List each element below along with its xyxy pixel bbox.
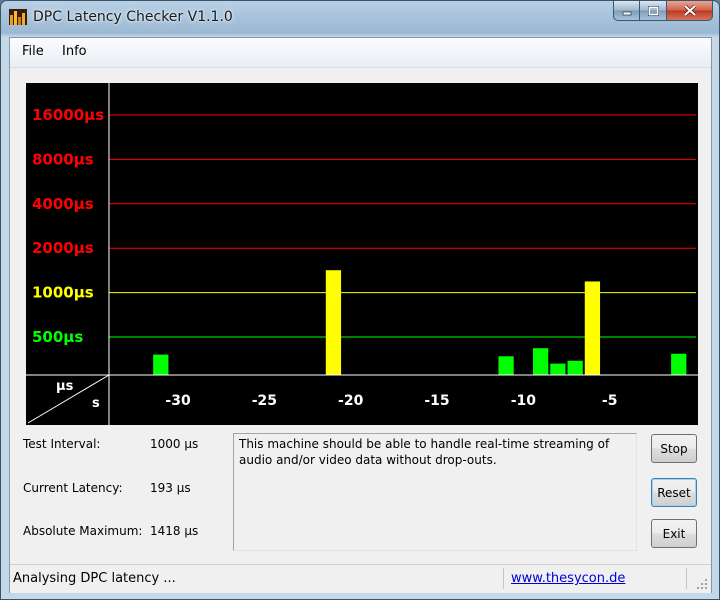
status-message-box: This machine should be able to handle re… [233,433,637,551]
latency-bar [325,270,342,375]
exit-button[interactable]: Exit [651,519,697,548]
status-separator [686,568,687,589]
minimize-button[interactable] [613,1,640,21]
title-bar[interactable]: DPC Latency Checker V1.1.0 [1,1,719,33]
latency-bar [532,348,549,375]
latency-bar [550,363,566,375]
y-tick-label: 16000µs [32,106,104,124]
y-tick-label: 2000µs [32,239,94,257]
x-tick-label: -30 [165,393,191,409]
x-tick-label: -10 [511,393,537,409]
minimize-icon [622,11,631,15]
maximize-button[interactable] [640,1,667,21]
menu-bar: File Info [10,38,711,68]
menu-info[interactable]: Info [62,44,87,59]
status-separator [503,568,504,589]
absolute-maximum-value: 1418 µs [150,524,199,538]
x-tick-label: -15 [424,393,449,409]
latency-chart-svg: 16000µs 8000µs 4000µs 2000µs 1000µs 500µs µs s -… [26,83,698,425]
y-tick-label: 4000µs [32,195,94,213]
y-tick-label: 500µs [32,328,83,346]
resize-grip-icon[interactable] [696,578,708,590]
caption-buttons [613,1,713,22]
maximize-icon [647,5,659,16]
app-icon [9,9,27,25]
current-latency-value: 193 µs [150,481,191,495]
window-title: DPC Latency Checker V1.1.0 [33,9,233,25]
reset-button[interactable]: Reset [651,478,697,507]
current-latency-label: Current Latency: [23,481,123,495]
x-unit-label: s [92,396,100,411]
x-tick-label: -25 [252,393,277,409]
x-tick-label: -5 [602,393,618,409]
app-window: DPC Latency Checker V1.1.0 File Info 160… [0,0,720,600]
test-interval-label: Test Interval: [23,437,101,451]
status-text: Analysing DPC latency ... [13,571,176,586]
absolute-maximum-label: Absolute Maximum: [23,524,143,538]
menu-file[interactable]: File [22,44,44,59]
latency-bar [567,360,583,375]
client-area: File Info 16000µs 8000µs 4000µs 2000µs 1000µ… [9,37,712,593]
website-link[interactable]: www.thesycon.de [511,571,625,586]
close-button[interactable] [667,1,713,21]
latency-bar [671,353,687,375]
latency-bar [584,281,601,375]
stop-button[interactable]: Stop [651,434,697,463]
latency-chart: 16000µs 8000µs 4000µs 2000µs 1000µs 500µs µs s -… [26,83,698,425]
x-tick-label: -20 [338,393,364,409]
test-interval-value: 1000 µs [150,437,199,451]
y-tick-label: 1000µs [32,284,94,302]
y-tick-label: 8000µs [32,150,94,168]
latency-bar [498,356,514,375]
latency-bar [153,354,169,375]
status-bar: Analysing DPC latency ... www.thesycon.d… [10,564,711,593]
close-icon [683,5,696,16]
y-unit-label: µs [56,379,74,394]
